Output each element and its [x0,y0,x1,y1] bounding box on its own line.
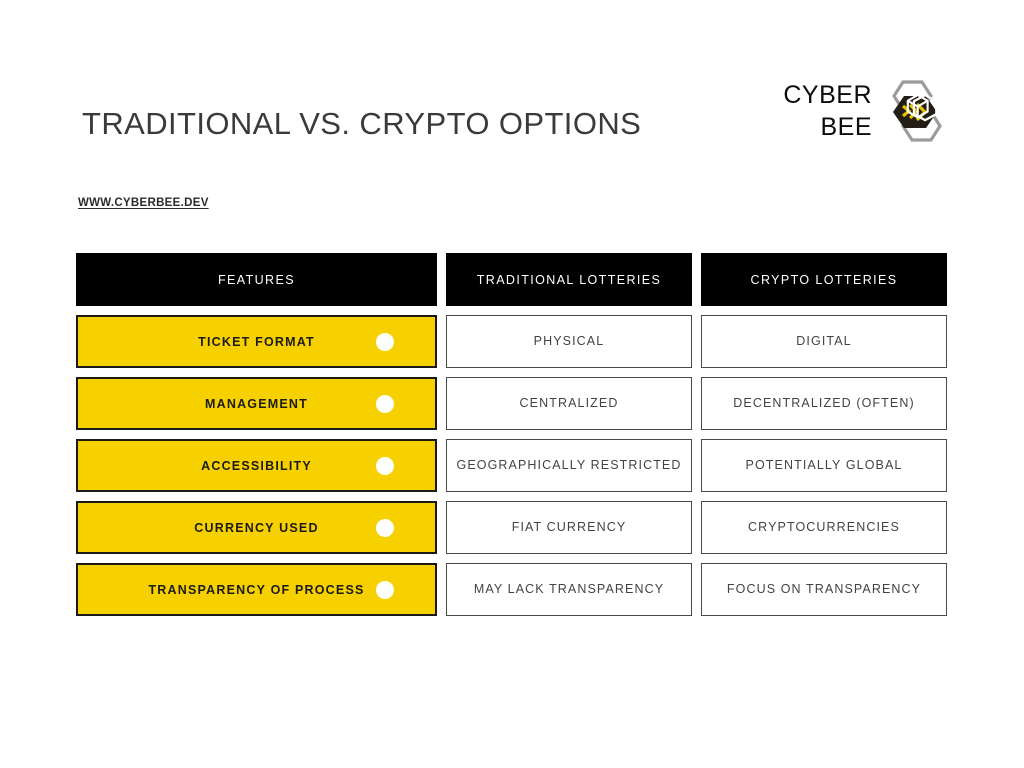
table-row: CURRENCY USED FIAT CURRENCY CRYPTOCURREN… [76,501,947,554]
table-row: MANAGEMENT CENTRALIZED DECENTRALIZED (OF… [76,377,947,430]
crypto-value-cell: POTENTIALLY GLOBAL [701,439,947,492]
page-title: TRADITIONAL VS. CRYPTO OPTIONS [82,106,642,141]
slide-header: TRADITIONAL VS. CRYPTO OPTIONS WWW.CYBER… [0,0,1024,209]
traditional-value-cell: MAY LACK TRANSPARENCY [446,563,692,616]
column-gap [437,377,446,430]
cyberbee-hexagon-cube-logo-icon [892,80,942,142]
traditional-value-cell: CENTRALIZED [446,377,692,430]
crypto-value-cell: DECENTRALIZED (OFTEN) [701,377,947,430]
feature-label: MANAGEMENT [205,396,308,411]
traditional-value-cell: GEOGRAPHICALLY RESTRICTED [446,439,692,492]
white-dot-icon [376,456,394,475]
column-gap [692,377,701,430]
table-header-features: FEATURES [76,253,437,306]
crypto-value-cell: CRYPTOCURRENCIES [701,501,947,554]
column-gap [437,439,446,492]
column-gap [437,501,446,554]
white-dot-icon [376,332,394,351]
feature-cell: MANAGEMENT [76,377,437,430]
table-header-traditional-lotteries: TRADITIONAL LOTTERIES [446,253,692,306]
column-gap [692,439,701,492]
white-dot-icon [376,580,394,599]
column-gap [692,563,701,616]
comparison-table: FEATURES TRADITIONAL LOTTERIES CRYPTO LO… [76,253,947,616]
feature-cell: ACCESSIBILITY [76,439,437,492]
feature-label: ACCESSIBILITY [201,458,312,473]
column-gap [692,253,701,306]
column-gap [437,315,446,368]
table-row: ACCESSIBILITY GEOGRAPHICALLY RESTRICTED … [76,439,947,492]
table-row: TRANSPARENCY OF PROCESS MAY LACK TRANSPA… [76,563,947,616]
crypto-value-cell: FOCUS ON TRANSPARENCY [701,563,947,616]
white-dot-icon [376,394,394,413]
column-gap [437,253,446,306]
traditional-value-cell: FIAT CURRENCY [446,501,692,554]
column-gap [437,563,446,616]
column-gap [692,315,701,368]
feature-cell: TICKET FORMAT [76,315,437,368]
white-dot-icon [376,518,394,537]
crypto-value-cell: DIGITAL [701,315,947,368]
brand-name: CYBER BEE [783,81,872,141]
brand-block: CYBER BEE [783,78,948,144]
table-header-row: FEATURES TRADITIONAL LOTTERIES CRYPTO LO… [76,253,947,306]
feature-label: TRANSPARENCY OF PROCESS [148,582,365,597]
feature-cell: TRANSPARENCY OF PROCESS [76,563,437,616]
website-url-link[interactable]: WWW.CYBERBEE.DEV [78,197,209,209]
table-header-crypto-lotteries: CRYPTO LOTTERIES [701,253,947,306]
table-row: TICKET FORMAT PHYSICAL DIGITAL [76,315,947,368]
traditional-value-cell: PHYSICAL [446,315,692,368]
feature-label: CURRENCY USED [194,520,319,535]
feature-cell: CURRENCY USED [76,501,437,554]
column-gap [692,501,701,554]
feature-label: TICKET FORMAT [198,334,315,349]
